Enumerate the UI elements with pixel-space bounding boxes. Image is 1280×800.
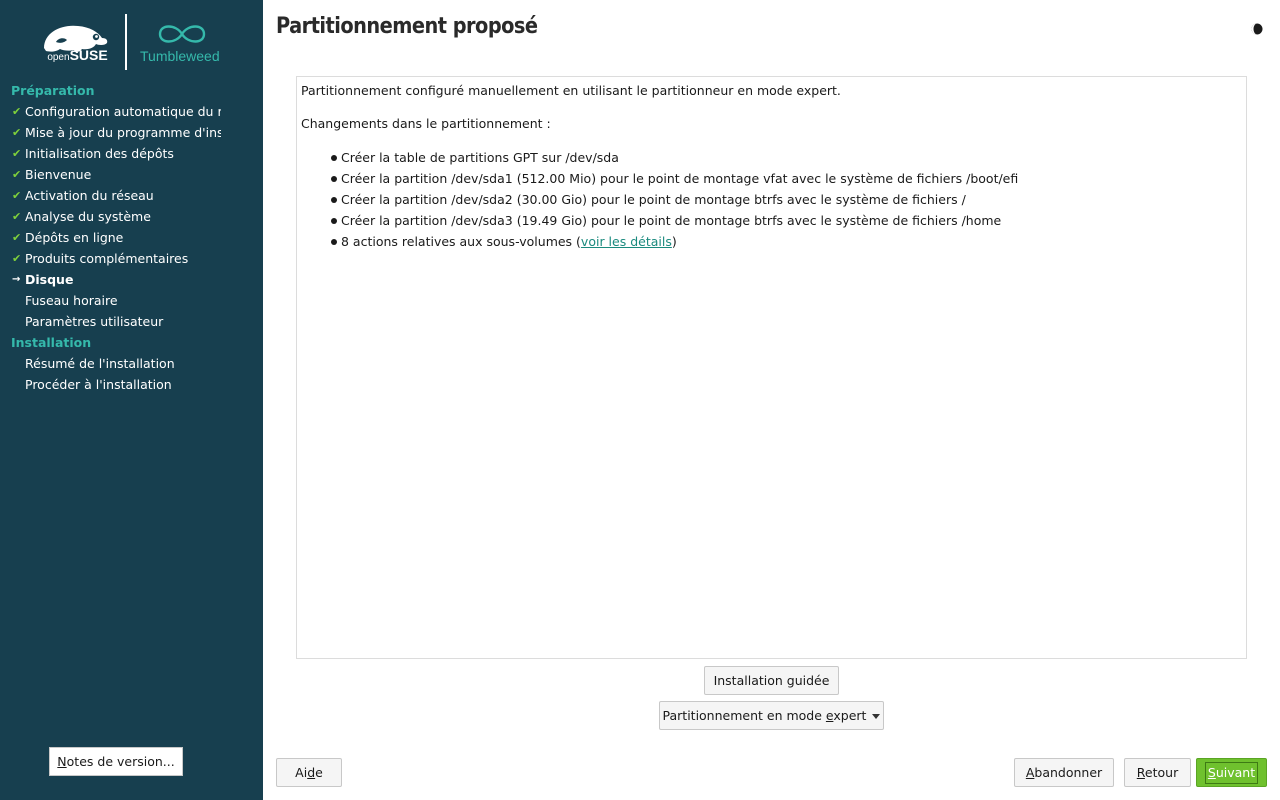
step-item: Procéder à l'installation <box>0 374 221 395</box>
opensuse-wordmark: openSUSE <box>47 47 108 63</box>
step-item: ✔ Produits complémentaires <box>0 248 221 269</box>
step-item: ✔ Bienvenue <box>0 164 221 185</box>
logo-area: openSUSE Tumbleweed <box>0 0 263 78</box>
checkmark-icon: ✔ <box>12 252 22 265</box>
checkmark-icon: ✔ <box>12 105 22 118</box>
checkmark-icon: ✔ <box>12 147 22 160</box>
details-link[interactable]: voir les détails <box>581 234 672 249</box>
step-item: ✔Configuration automatique du réseau <box>0 101 221 122</box>
subvolume-text: 8 actions relatives aux sous-volumes ( <box>341 234 581 249</box>
list-item: 8 actions relatives aux sous-volumes (vo… <box>331 231 1018 252</box>
logo-divider <box>125 14 127 70</box>
help-button[interactable]: Aide <box>276 758 342 787</box>
step-item: ✔ Activation du réseau <box>0 185 221 206</box>
product-name: Tumbleweed <box>140 48 220 64</box>
step-label: Mise à jour du programme d'installation <box>25 125 221 140</box>
list-item: Créer la partition /dev/sda1 (512.00 Mio… <box>331 168 1018 189</box>
sidebar: openSUSE Tumbleweed Préparation ✔ Configur… <box>0 0 263 800</box>
step-section-heading: Préparation <box>11 83 95 98</box>
expert-partitioner-menu-button[interactable]: Partitionnement en mode expert <box>659 701 884 730</box>
checkmark-icon: ✔ <box>12 210 22 223</box>
step-label: Analyse du système <box>25 209 151 224</box>
step-label: Procéder à l'installation <box>25 377 172 392</box>
checkmark-icon: ✔ <box>12 126 22 139</box>
step-item: ✔ Initialisation des dépôts <box>0 143 221 164</box>
step-label: Produits complémentaires <box>25 251 189 266</box>
checkmark-icon: ✔ <box>12 189 22 202</box>
step-section-heading: Installation <box>11 335 92 350</box>
arrow-right-icon: → <box>12 274 21 285</box>
checkmark-icon: ✔ <box>12 231 22 244</box>
list-item: Créer la partition /dev/sda3 (19.49 Gio)… <box>331 210 1018 231</box>
back-button[interactable]: Retour <box>1124 758 1191 787</box>
tumbleweed-infinity-icon <box>158 25 206 43</box>
guided-setup-button[interactable]: Installation guidée <box>704 666 839 695</box>
partitioning-summary: Partitionnement configuré manuellement e… <box>296 76 1247 659</box>
step-label: Bienvenue <box>25 167 92 182</box>
changes-list: Créer la table de partitions GPT sur /de… <box>331 147 1018 252</box>
step-item: Paramètres utilisateur <box>0 311 221 332</box>
step-item: Fuseau horaire <box>0 290 221 311</box>
checkmark-icon: ✔ <box>12 168 22 181</box>
page-title: Partitionnement proposé <box>276 14 538 39</box>
installation-steps: Préparation ✔ Configuration automatique du… <box>0 80 263 395</box>
step-label: Configuration automatique du réseau <box>25 104 221 119</box>
step-label: Dépôts en ligne <box>25 230 124 245</box>
summary-intro: Partitionnement configuré manuellement e… <box>301 83 841 98</box>
step-label: Résumé de l'installation <box>25 356 175 371</box>
subvolume-suffix: ) <box>671 234 677 249</box>
step-item: Résumé de l'installation <box>0 353 221 374</box>
step-label: Disque <box>25 272 74 287</box>
list-item: Créer la partition /dev/sda2 (30.00 Gio)… <box>331 189 1018 210</box>
step-item: ✔Mise à jour du programme d'installation <box>0 122 221 143</box>
list-item: Créer la table de partitions GPT sur /de… <box>331 147 1018 168</box>
next-button[interactable]: Suivant <box>1196 758 1267 787</box>
step-item: ✔ Analyse du système <box>0 206 221 227</box>
release-notes-button[interactable]: Notes de version... <box>49 747 183 776</box>
step-label: Activation du réseau <box>25 188 154 203</box>
step-label: Initialisation des dépôts <box>25 146 174 161</box>
abort-button[interactable]: Abandonner <box>1014 758 1114 787</box>
step-item: → Disque <box>0 269 221 290</box>
half-moon-icon[interactable] <box>1250 22 1264 36</box>
step-label: Fuseau horaire <box>25 293 118 308</box>
chevron-down-icon <box>872 714 881 719</box>
step-label: Paramètres utilisateur <box>25 314 164 329</box>
changes-title: Changements dans le partitionnement : <box>301 116 551 131</box>
step-item: ✔ Dépôts en ligne <box>0 227 221 248</box>
